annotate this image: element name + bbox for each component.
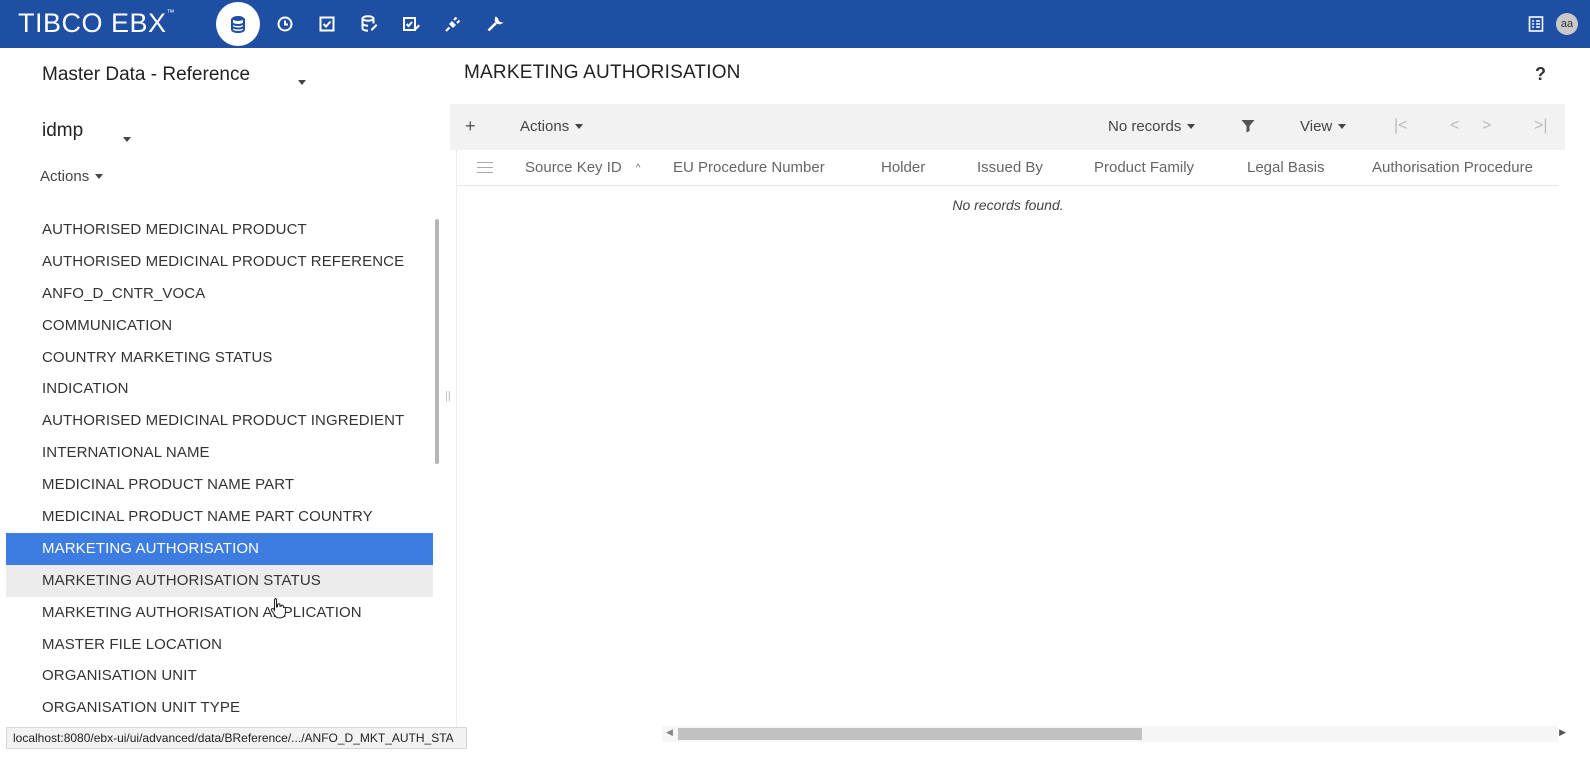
page-title: MARKETING AUTHORISATION (464, 62, 741, 83)
column-header[interactable]: Product Family (1094, 159, 1194, 176)
table-item[interactable]: COMMUNICATION (6, 310, 433, 342)
column-label: Source Key ID (525, 159, 622, 176)
table-item[interactable]: ANFO_D_CNTR_VOCA (6, 278, 433, 310)
dataspace-selector[interactable]: Master Data - Reference (42, 64, 250, 86)
scroll-right-icon[interactable]: ▶ (1559, 727, 1566, 738)
last-page-icon[interactable]: >| (1534, 117, 1548, 135)
filter-icon[interactable] (1240, 118, 1256, 139)
column-header[interactable]: Source Key ID ^ (525, 159, 640, 176)
previous-page-icon[interactable]: < (1450, 117, 1459, 135)
help-button[interactable]: ? (1535, 64, 1546, 85)
caret-down-icon (1338, 124, 1347, 129)
first-page-icon[interactable]: |< (1394, 117, 1408, 135)
records-table: Source Key ID ^ EU Procedure Number Holde… (456, 150, 1559, 728)
table-item[interactable]: COUNTRY MARKETING STATUS (6, 342, 433, 374)
top-bar: TIBCO EBX™ aa (0, 0, 1590, 48)
horizontal-scrollbar[interactable]: ◀ ▶ (662, 726, 1566, 742)
data-model-icon[interactable] (348, 3, 390, 45)
logo-text: TIBCO EBX (18, 8, 167, 38)
table-item-selected[interactable]: MARKETING AUTHORISATION (6, 532, 433, 565)
avatar-initials: aa (1560, 18, 1574, 30)
column-header[interactable]: Legal Basis (1247, 159, 1325, 176)
view-menu[interactable]: View (1300, 118, 1347, 135)
top-right-tools: aa (1516, 0, 1590, 48)
chevron-down-icon[interactable] (123, 129, 131, 147)
records-label: No records (1108, 118, 1182, 135)
table-item[interactable]: ORGANISATION UNIT (6, 660, 433, 692)
clock-icon[interactable] (264, 3, 306, 45)
next-page-icon[interactable]: > (1482, 117, 1491, 135)
caret-down-icon (95, 174, 104, 179)
table-item[interactable]: MEDICINAL PRODUCT NAME PART (6, 469, 433, 501)
wrench-icon[interactable] (474, 3, 516, 45)
caret-down-icon (575, 124, 584, 129)
column-menu-icon[interactable] (477, 162, 493, 177)
table-item[interactable]: INDICATION (6, 373, 433, 405)
table-item[interactable]: INTERNATIONAL NAME (6, 437, 433, 469)
column-header[interactable]: Authorisation Procedure (1372, 159, 1533, 176)
table-item-hovered[interactable]: MARKETING AUTHORISATION STATUS (6, 564, 433, 597)
sort-ascending-icon: ^ (635, 162, 641, 174)
records-selector[interactable]: No records (1108, 118, 1196, 135)
main-navigation (216, 2, 516, 46)
scrollbar-thumb[interactable] (678, 728, 1142, 740)
table-item[interactable]: AUTHORISED MEDICINAL PRODUCT INGREDIENT (6, 405, 433, 437)
table-item[interactable]: AUTHORISED MEDICINAL PRODUCT (6, 214, 433, 246)
status-bar-url: localhost:8080/ebx-ui/ui/advanced/data/B… (6, 727, 467, 749)
caret-down-icon (1187, 124, 1196, 129)
sidebar-scrollbar[interactable] (435, 219, 439, 464)
tibco-ebx-logo[interactable]: TIBCO EBX™ (18, 8, 175, 39)
checkbox-icon[interactable] (306, 3, 348, 45)
table-header: Source Key ID ^ EU Procedure Number Holde… (457, 150, 1559, 186)
list-icon[interactable] (1516, 0, 1556, 48)
table-item[interactable]: MEDICINAL PRODUCT NAME PART COUNTRY (6, 501, 433, 533)
table-actions-label: Actions (520, 118, 570, 135)
table-actions-menu[interactable]: Actions (520, 118, 584, 135)
view-label: View (1300, 118, 1333, 135)
sidebar-actions-label: Actions (40, 168, 90, 185)
column-header[interactable]: EU Procedure Number (673, 159, 825, 176)
table-item[interactable]: ORGANISATION UNIT TYPE (6, 692, 433, 724)
panel-splitter-handle[interactable]: || (445, 390, 451, 410)
table-toolbar: + Actions No records View |< < > >| (450, 104, 1565, 150)
chevron-down-icon[interactable] (298, 72, 306, 90)
add-record-button[interactable]: + (465, 116, 476, 137)
hand-cursor-icon (270, 597, 288, 624)
navigation-panel: Master Data - Reference idmp Actions AUT… (6, 48, 442, 728)
dataset-selector[interactable]: idmp (42, 120, 83, 142)
database-icon[interactable] (216, 2, 260, 46)
scroll-left-icon[interactable]: ◀ (666, 727, 673, 738)
table-list: AUTHORISED MEDICINAL PRODUCT AUTHORISED … (6, 214, 433, 724)
user-avatar[interactable]: aa (1556, 13, 1578, 35)
table-item[interactable]: MARKETING AUTHORISATION APPLICATION (6, 597, 433, 629)
sidebar-actions-menu[interactable]: Actions (40, 168, 104, 185)
task-icon[interactable] (390, 3, 432, 45)
column-header[interactable]: Holder (881, 159, 925, 176)
table-item[interactable]: MASTER FILE LOCATION (6, 629, 433, 661)
column-header[interactable]: Issued By (977, 159, 1043, 176)
empty-state-message: No records found. (952, 197, 1064, 213)
plug-icon[interactable] (432, 3, 474, 45)
table-item[interactable]: AUTHORISED MEDICINAL PRODUCT REFERENCE (6, 246, 433, 278)
